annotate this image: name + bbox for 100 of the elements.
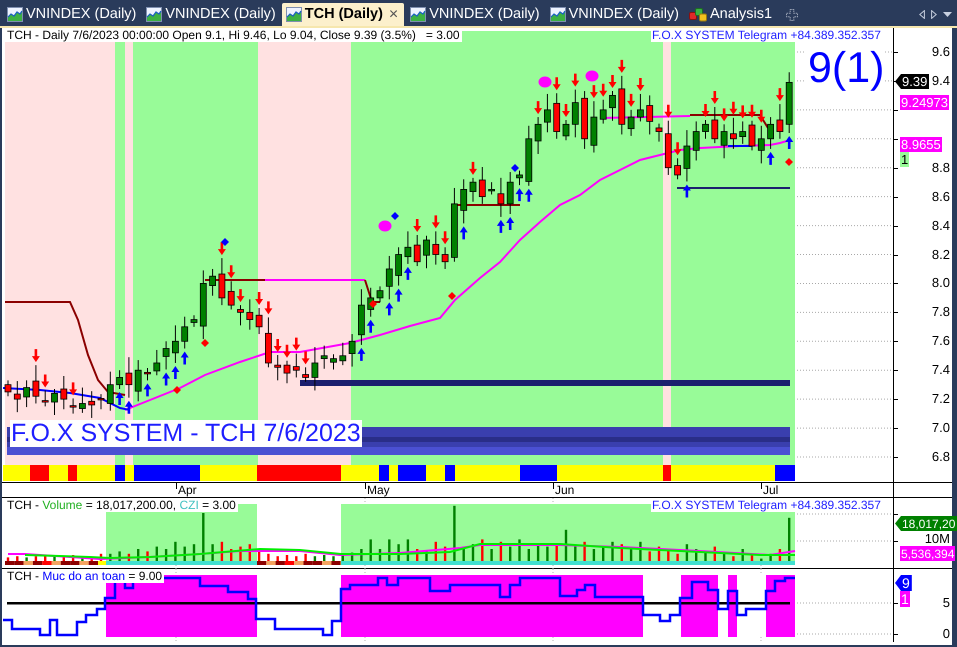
volume-bar — [137, 549, 140, 561]
chart-icon — [146, 7, 162, 22]
cubes-icon — [689, 7, 707, 22]
volume-bar — [156, 546, 158, 561]
down-arrow-icon — [441, 231, 450, 244]
volume-bar — [314, 556, 316, 561]
axis-label: 8.0 — [932, 276, 950, 290]
down-arrow-icon — [274, 339, 282, 352]
down-arrow-icon — [720, 108, 728, 122]
tab[interactable]: Analysis1 — [685, 3, 776, 26]
volume-bar — [258, 549, 260, 561]
axis-label: 9.4 — [932, 74, 950, 88]
volume-bar — [500, 542, 502, 561]
volume-bar — [611, 542, 614, 561]
up-arrow-icon — [506, 217, 514, 230]
value-tag: 1 — [900, 591, 910, 607]
right-triangle-icon[interactable] — [931, 10, 937, 19]
volume-bar — [44, 555, 46, 561]
volume-bar — [118, 551, 121, 561]
volume-bar — [425, 551, 428, 561]
volume-bar — [704, 551, 707, 561]
volume-bar — [332, 556, 335, 561]
up-arrow-icon — [496, 220, 505, 233]
up-arrow-icon — [366, 320, 375, 333]
chart-title-label: F.O.X SYSTEM - TCH 7/6/2023 — [10, 420, 362, 447]
down-arrow-icon — [562, 104, 570, 117]
date-label: Jul — [763, 483, 778, 498]
value-tag: 9.39 — [895, 74, 930, 89]
volume-bar — [574, 546, 576, 561]
volume-bar — [370, 539, 372, 561]
axis-label: 0 — [942, 627, 950, 641]
volume-bar — [416, 549, 418, 561]
axis-label: 8.4 — [932, 218, 950, 233]
signal-count-label: 9(1) — [808, 47, 884, 90]
diamond-icon — [173, 386, 181, 394]
tab[interactable]: VNINDEX (Daily) — [142, 3, 280, 26]
close-button[interactable]: × — [388, 6, 398, 22]
volume-legend: TCH - Volume = 18,017,200.00, CZI = 3.00 — [5, 499, 238, 512]
down-arrow-icon — [710, 90, 719, 104]
volume-bar — [546, 546, 549, 561]
tab[interactable]: TCH (Daily) × — [282, 3, 404, 26]
tab[interactable]: VNINDEX (Daily) — [546, 3, 683, 26]
dot-icon — [378, 220, 392, 232]
axis-label: 8.6 — [932, 190, 950, 204]
volume-bar — [192, 544, 196, 561]
up-arrow-icon — [357, 348, 366, 361]
tab[interactable]: VNINDEX (Daily) — [3, 3, 140, 26]
diamond-icon — [391, 212, 399, 220]
volume-bar — [648, 551, 651, 561]
volume-bar — [304, 554, 307, 561]
volume-bar — [6, 557, 10, 561]
up-arrow-icon — [524, 188, 533, 202]
axis-label: 8.8 — [932, 160, 950, 175]
axis-label: 6.8 — [932, 450, 950, 464]
down-arrow-icon — [218, 242, 226, 256]
down-arrow-icon — [590, 85, 598, 98]
tab[interactable]: VNINDEX (Daily) — [406, 3, 544, 26]
volume-bar — [90, 557, 93, 561]
value-tag: 9.24973 — [900, 95, 949, 110]
volume-bar — [146, 551, 149, 561]
volume-bar — [202, 513, 204, 561]
volume-bar — [518, 539, 521, 561]
value-tag: 1 — [900, 152, 910, 167]
up-arrow-icon — [116, 392, 124, 405]
up-arrow-icon — [144, 383, 152, 396]
volume-bar — [602, 546, 604, 561]
volume-bar — [592, 549, 596, 561]
caret-down-icon[interactable] — [943, 12, 952, 17]
volume-bar — [276, 556, 279, 561]
plus-icon[interactable] — [786, 9, 798, 21]
volume-bar — [16, 556, 18, 561]
volume-bar — [564, 530, 568, 561]
volume-bar — [342, 554, 344, 561]
volume-bar — [128, 554, 130, 561]
volume-bar — [72, 555, 74, 561]
volume-bar — [444, 546, 446, 561]
diamond-icon — [448, 292, 456, 300]
value-tag: 18,017,20 — [895, 516, 957, 531]
diamond-icon — [221, 238, 229, 246]
chart-icon — [286, 7, 302, 22]
axis-label: 8.2 — [932, 248, 950, 262]
volume-bar — [109, 554, 112, 561]
down-arrow-icon — [302, 351, 310, 364]
axis-label: 9.6 — [932, 45, 950, 59]
up-arrow-icon — [385, 302, 394, 316]
volume-bar — [667, 549, 670, 561]
volume-bar — [34, 556, 38, 561]
volume-bar — [184, 546, 186, 561]
volume-bar — [286, 555, 288, 561]
up-arrow-icon — [394, 288, 403, 302]
volume-bar — [750, 554, 754, 561]
volume-bar — [453, 506, 456, 561]
down-arrow-icon — [618, 60, 626, 73]
volume-bar — [81, 556, 84, 561]
left-triangle-icon[interactable] — [919, 10, 925, 19]
volume-bar — [639, 542, 642, 561]
volume-bar — [378, 549, 382, 561]
trailing-stop-line — [364, 280, 380, 303]
down-arrow-icon — [227, 265, 236, 278]
volume-bar — [778, 549, 782, 561]
